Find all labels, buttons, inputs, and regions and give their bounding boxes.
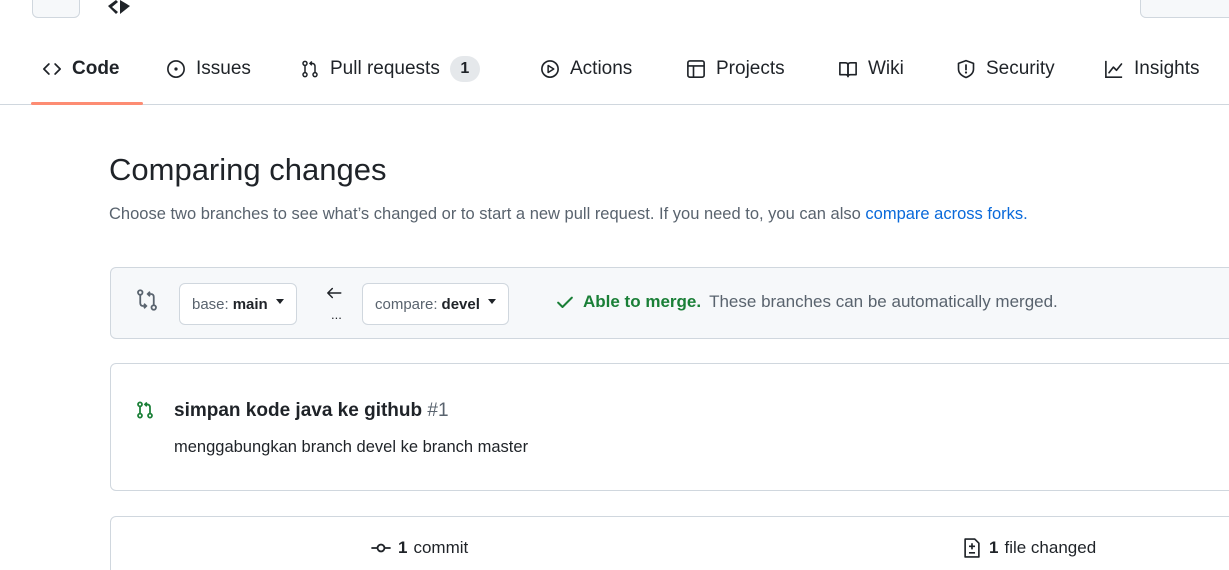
file-diff-icon xyxy=(964,538,980,558)
pull-requests-counter: 1 xyxy=(449,56,480,82)
pull-request-icon xyxy=(302,60,318,78)
selected-tab-underline xyxy=(31,102,143,105)
menu-button[interactable] xyxy=(32,0,80,18)
page-subtitle-text: Choose two branches to see what’s change… xyxy=(109,205,866,223)
tab-code[interactable]: Code xyxy=(42,50,120,88)
pull-request-title-text[interactable]: simpan kode java ke github xyxy=(174,400,422,421)
tab-actions[interactable]: Actions xyxy=(540,50,632,88)
pull-request-number: #1 xyxy=(427,400,449,421)
merge-status-text: These branches can be automatically merg… xyxy=(709,292,1058,311)
range-editor: base: main ... compare: devel Able to me… xyxy=(110,267,1229,339)
tab-security-label: Security xyxy=(986,58,1055,79)
compare-dots: ... xyxy=(331,307,342,322)
tab-wiki-label: Wiki xyxy=(868,58,904,79)
files-summary[interactable]: 1 file changed xyxy=(961,537,1096,559)
existing-pull-request: simpan kode java ke github #1 menggabung… xyxy=(110,363,1229,491)
code-icon xyxy=(43,63,61,75)
shield-icon xyxy=(957,59,975,79)
graph-icon xyxy=(1105,60,1123,78)
tab-issues-label: Issues xyxy=(196,58,251,79)
pull-request-title[interactable]: simpan kode java ke github #1 xyxy=(174,400,449,422)
page-title: Comparing changes xyxy=(109,152,387,187)
compare-branch-selector[interactable]: compare: devel xyxy=(362,283,509,325)
table-icon xyxy=(687,60,705,78)
tab-pull-requests[interactable]: Pull requests 1 xyxy=(300,50,480,88)
tab-insights-label: Insights xyxy=(1134,58,1200,79)
files-label: file changed xyxy=(1004,538,1097,557)
compare-summary: 1 commit 1 file changed xyxy=(110,516,1229,570)
tab-wiki[interactable]: Wiki xyxy=(838,50,904,88)
tab-issues[interactable]: Issues xyxy=(166,50,251,88)
repo-nav: Code Issues Pull requests 1 Actions Proj… xyxy=(0,34,1229,105)
pull-request-description: menggabungkan branch devel ke branch mas… xyxy=(174,438,529,456)
chevron-down-icon xyxy=(275,299,284,304)
book-icon xyxy=(839,61,857,78)
arrow-left-icon xyxy=(327,287,342,299)
tab-security[interactable]: Security xyxy=(956,50,1055,88)
compare-branch-name: devel xyxy=(441,295,480,313)
compare-across-forks-link[interactable]: compare across forks. xyxy=(865,205,1027,223)
tab-pull-requests-label: Pull requests xyxy=(330,58,440,79)
repo-owner-avatar[interactable] xyxy=(106,0,154,16)
tab-code-label: Code xyxy=(72,58,120,79)
commits-label: commit xyxy=(413,538,469,557)
merge-status-ok: Able to merge. xyxy=(583,292,702,311)
check-icon xyxy=(557,296,573,308)
global-header-remnant xyxy=(0,0,1229,20)
merge-status: Able to merge. These branches can be aut… xyxy=(555,292,1058,312)
commit-icon xyxy=(371,543,391,553)
issue-icon xyxy=(167,60,185,78)
tab-actions-label: Actions xyxy=(570,58,633,79)
header-action-button[interactable] xyxy=(1140,0,1229,18)
page-subtitle: Choose two branches to see what’s change… xyxy=(109,205,1028,224)
base-branch-prefix: base: xyxy=(192,295,229,313)
play-icon xyxy=(541,60,559,78)
tab-projects[interactable]: Projects xyxy=(686,50,785,88)
tab-insights[interactable]: Insights xyxy=(1104,50,1199,88)
chevron-down-icon xyxy=(487,299,496,304)
pull-request-open-icon xyxy=(137,401,153,419)
base-branch-name: main xyxy=(232,295,268,313)
compare-page: Code Issues Pull requests 1 Actions Proj… xyxy=(0,0,1229,570)
files-count: 1 xyxy=(989,538,999,557)
tab-projects-label: Projects xyxy=(716,58,785,79)
commits-count: 1 xyxy=(398,538,408,557)
base-branch-selector[interactable]: base: main xyxy=(179,283,297,325)
compare-branch-prefix: compare: xyxy=(375,295,438,313)
commits-summary[interactable]: 1 commit xyxy=(370,537,468,559)
git-compare-icon xyxy=(137,289,157,311)
